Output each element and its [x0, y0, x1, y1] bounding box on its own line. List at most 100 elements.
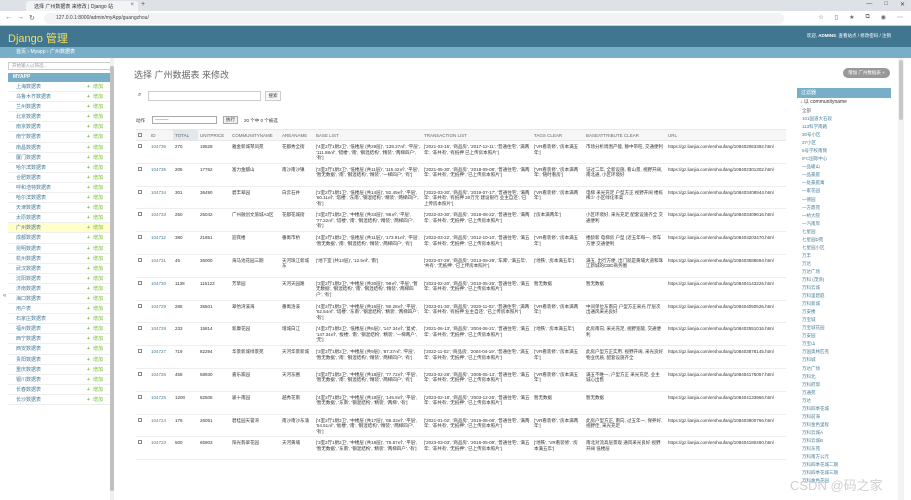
close-window-icon[interactable]: ✕ [900, 1, 905, 8]
cell-id[interactable]: 104730 [149, 277, 173, 301]
filter-option[interactable]: 万科东苑 [797, 445, 891, 453]
sidebar-item-label[interactable]: 太原数据表 [16, 215, 41, 221]
sidebar-filter-input[interactable]: 开始输入以筛选... [8, 62, 112, 70]
app-caption[interactable]: MYAPP [8, 73, 112, 82]
filter-option[interactable]: 万安园 [797, 332, 891, 340]
browser-tab[interactable]: 选择 广州数据表 来修改 | Django 站 × [26, 1, 138, 11]
sidebar-item[interactable]: 哈尔滨数据表 增加 + [8, 162, 112, 173]
sidebar-add-link[interactable]: 增加 [93, 355, 103, 365]
cell-id[interactable]: 104725 [149, 391, 173, 415]
cell-id[interactable]: 104727 [149, 345, 173, 369]
sidebar-item-label[interactable]: 武汉数据表 [16, 266, 41, 272]
user-links[interactable]: 查看站点 / 修改密码 / 注销 [838, 33, 891, 38]
sidebar-item-label[interactable]: 南昌数据表 [16, 145, 41, 151]
sidebar-item[interactable]: 哈尔滨数据表 增加 + [8, 193, 112, 204]
filter-option[interactable]: 万科里碧庭 [797, 292, 891, 300]
row-checkbox[interactable] [136, 254, 149, 278]
sidebar-item-label[interactable]: 西宁数据表 [16, 336, 41, 342]
filter-option[interactable]: 万科 (茂涂) [797, 276, 891, 284]
sidebar-add-link[interactable]: 增加 [93, 163, 103, 173]
star-icon[interactable]: ☆ [818, 14, 823, 21]
sidebar-add-link[interactable]: 增加 [93, 203, 103, 213]
sidebar-item[interactable]: 上海数据表 增加 + [8, 82, 112, 93]
filter-option[interactable]: 万科南方公元 [797, 453, 891, 461]
filter-option[interactable]: 30号小区 [797, 131, 891, 139]
sidebar-item-label[interactable]: 西安数据表 [16, 346, 41, 352]
filter-option[interactable]: 万科前海 [797, 413, 891, 421]
filter-option[interactable]: 一处豪庭寓 [797, 179, 891, 187]
filter-option[interactable]: 万科北 [797, 373, 891, 381]
column-header[interactable]: TOTAL [173, 129, 198, 141]
cell-id[interactable]: 104735 [149, 163, 173, 187]
cell-id[interactable]: 104732 [149, 231, 173, 255]
sidebar-item-label[interactable]: 哈尔滨数据表 [16, 165, 46, 171]
row-checkbox[interactable] [136, 163, 149, 187]
sidebar-add-link[interactable]: 增加 [93, 153, 103, 163]
sidebar-add-link[interactable]: 增加 [93, 264, 103, 274]
filter-option[interactable]: 一德园 [797, 196, 891, 204]
filter-option[interactable]: 万科新城 [797, 300, 891, 308]
filter-option[interactable]: 全部 [797, 107, 891, 115]
reload-icon[interactable]: ↻ [29, 14, 35, 22]
filter-option[interactable]: 万宝城花园 [797, 324, 891, 332]
action-select[interactable]: --------- [152, 116, 217, 124]
sidebar-add-link[interactable]: 增加 [93, 274, 103, 284]
sidebar-add-link[interactable]: 增加 [93, 365, 103, 375]
sidebar-item-label[interactable]: 乌鲁木齐数据表 [16, 94, 51, 100]
sidebar-item[interactable]: 合肥数据表 增加 + [8, 172, 112, 183]
column-header[interactable]: TAGS CLEAR [532, 129, 584, 141]
sidebar-item-label[interactable]: 石家庄数据表 [16, 316, 46, 322]
sidebar-item-label[interactable]: 南宁数据表 [16, 134, 41, 140]
row-checkbox[interactable] [136, 345, 149, 369]
forward-icon[interactable]: → [17, 14, 24, 21]
sidebar-add-link[interactable]: 增加 [93, 344, 103, 354]
site-brand[interactable]: Django 管理 [8, 30, 68, 46]
filter-option[interactable]: 一方鼎苑 [797, 204, 891, 212]
sidebar-item[interactable]: 南京数据表 增加 + [8, 122, 112, 133]
close-tab-icon[interactable]: × [130, 2, 134, 8]
filter-option[interactable]: 6号学校南侧 [797, 147, 891, 155]
cell-id[interactable]: 104731 [149, 254, 173, 278]
sidebar-add-link[interactable]: 增加 [93, 233, 103, 243]
sidebar-item[interactable]: 乌鲁木齐数据表 增加 + [8, 92, 112, 103]
sidebar-item[interactable]: 北京数据表 增加 + [8, 112, 112, 123]
filter-option[interactable]: 万达 [797, 260, 891, 268]
sidebar-add-link[interactable]: 增加 [93, 324, 103, 334]
sidebar-add-link[interactable]: 增加 [93, 102, 103, 112]
filter-option[interactable]: 万宝山 [797, 340, 891, 348]
column-header[interactable]: URL [666, 129, 786, 141]
column-header[interactable]: ID [149, 129, 173, 141]
row-checkbox[interactable] [136, 300, 149, 324]
row-checkbox[interactable] [136, 436, 149, 461]
sidebar-item-label[interactable]: 贵阳数据表 [16, 357, 41, 363]
filter-option[interactable]: 一汽南岸 [797, 220, 891, 228]
sidebar-item-label[interactable]: 北京数据表 [16, 114, 41, 120]
sidebar-add-link[interactable]: 增加 [93, 112, 103, 122]
column-header[interactable]: AREANAME [280, 129, 314, 141]
sidebar-item[interactable]: 兰州数据表 增加 + [8, 102, 112, 113]
filter-option[interactable]: 一家花园 [797, 187, 891, 195]
sidebar-item[interactable]: 西安数据表 增加 + [8, 344, 112, 355]
sidebar-item[interactable]: 长沙数据表 增加 + [8, 394, 112, 405]
filter-option[interactable]: 一桥大院 [797, 212, 891, 220]
search-button[interactable]: 搜索 [265, 91, 281, 101]
sidebar-item-label[interactable]: 天津数据表 [16, 205, 41, 211]
sidebar-item-label[interactable]: 厦门数据表 [16, 155, 41, 161]
filter-option[interactable]: 万国奥林匹克 [797, 348, 891, 356]
sidebar-item-label[interactable]: 成都数据表 [16, 235, 41, 241]
sidebar-item[interactable]: 天津数据表 增加 + [8, 203, 112, 214]
sidebar-add-link[interactable]: 增加 [93, 254, 103, 264]
sidebar-item-label[interactable]: 合肥数据表 [16, 175, 41, 181]
sidebar-add-link[interactable]: 增加 [93, 284, 103, 294]
filter-option[interactable]: 万科云城B [797, 437, 891, 445]
sidebar-item-label[interactable]: 昆明数据表 [16, 246, 41, 252]
sidebar-item[interactable]: 昆明数据表 增加 + [8, 243, 112, 254]
sidebar-add-link[interactable]: 增加 [93, 122, 103, 132]
sidebar-item-label[interactable]: 长沙数据表 [16, 397, 41, 403]
filter-option[interactable]: 万丰 [797, 252, 891, 260]
filter-option[interactable]: 万宝城 [797, 316, 891, 324]
sidebar-item-label[interactable]: 上海数据表 [16, 84, 41, 90]
sidebar-item-label[interactable]: 济南数据表 [16, 286, 41, 292]
sidebar-add-link[interactable]: 增加 [93, 213, 103, 223]
sidebar-add-link[interactable]: 增加 [93, 375, 103, 385]
